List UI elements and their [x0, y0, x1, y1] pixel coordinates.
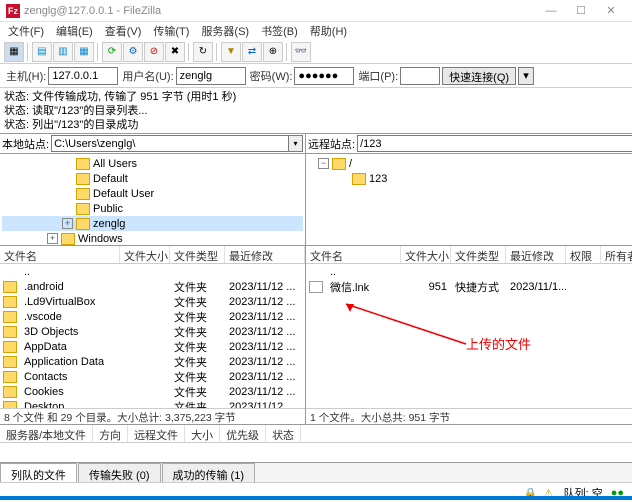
column-header[interactable]: 文件大小 [401, 246, 451, 263]
list-row[interactable]: .. [0, 264, 305, 279]
menu-item[interactable]: 书签(B) [257, 22, 302, 40]
remote-path-input[interactable] [357, 135, 632, 152]
app-icon: Fz [6, 4, 20, 18]
local-path-input[interactable] [51, 135, 289, 152]
quickconnect-bar: 主机(H): 用户名(U): 密码(W): 端口(P): 快速连接(Q) ▾ [0, 64, 632, 88]
local-path-dropdown[interactable]: ▾ [289, 135, 303, 152]
queue-tabs: 列队的文件传输失败 (0)成功的传输 (1) [0, 462, 632, 482]
titlebar: Fz zenglg@127.0.0.1 - FileZilla — ☐ ✕ [0, 0, 632, 22]
tree-item[interactable]: +zenglg [2, 216, 303, 231]
toolbar: ▦ ▤ ▥ ▦ ⟳ ⚙ ⊘ ✖ ↻ ▼ ⇄ ⊕ 👓 [0, 40, 632, 64]
toggle-log-icon[interactable]: ▤ [32, 42, 52, 62]
pass-label: 密码(W): [250, 68, 293, 84]
window-title: zenglg@127.0.0.1 - FileZilla [24, 5, 536, 17]
list-row[interactable]: .vscode文件夹2023/11/12 ... [0, 309, 305, 324]
menu-item[interactable]: 文件(F) [4, 22, 48, 40]
remote-pane: 远程站点: ▾ −/123 文件名文件大小文件类型最近修改权限所有者/组 ..微… [306, 134, 632, 424]
user-label: 用户名(U): [122, 68, 173, 84]
site-manager-icon[interactable]: ▦ [4, 42, 24, 62]
toggle-tree-icon[interactable]: ▥ [53, 42, 73, 62]
taskbar [0, 496, 632, 500]
column-header[interactable]: 最近修改 [225, 246, 305, 263]
column-header[interactable]: 远程文件 [128, 425, 185, 442]
column-header[interactable]: 文件名 [0, 246, 120, 263]
local-site-label: 本地站点: [2, 136, 49, 152]
toggle-queue-icon[interactable]: ▦ [74, 42, 94, 62]
list-row[interactable]: Cookies文件夹2023/11/12 ... [0, 384, 305, 399]
local-tree[interactable]: All UsersDefaultDefault UserPublic+zengl… [0, 154, 305, 246]
quickconnect-dropdown[interactable]: ▾ [518, 67, 534, 85]
local-status: 8 个文件 和 29 个目录。大小总计: 3,375,223 字节 [0, 408, 305, 424]
remote-file-list[interactable]: ..微信.lnk951快捷方式2023/11/1... 上传的文件 [306, 264, 632, 408]
column-header[interactable]: 方向 [93, 425, 128, 442]
pass-input[interactable] [294, 67, 354, 85]
host-label: 主机(H): [6, 68, 46, 84]
cancel-icon[interactable]: ⊘ [144, 42, 164, 62]
tree-item[interactable]: Default [2, 171, 303, 186]
tree-item[interactable]: −/ [308, 156, 632, 171]
sync-icon[interactable]: ⊕ [263, 42, 283, 62]
tree-item[interactable]: All Users [2, 156, 303, 171]
tree-item[interactable]: 123 [308, 171, 632, 186]
list-row[interactable]: Desktop文件夹2023/11/12 ... [0, 399, 305, 408]
list-row[interactable]: .. [306, 264, 632, 279]
transfer-queue[interactable]: 服务器/本地文件方向远程文件大小优先级状态 [0, 424, 632, 462]
list-row[interactable]: .android文件夹2023/11/12 ... [0, 279, 305, 294]
menu-item[interactable]: 传输(T) [149, 22, 193, 40]
queue-tab[interactable]: 成功的传输 (1) [162, 463, 256, 482]
local-pane: 本地站点: ▾ All UsersDefaultDefault UserPubl… [0, 134, 306, 424]
quickconnect-button[interactable]: 快速连接(Q) [442, 67, 516, 85]
disconnect-icon[interactable]: ✖ [165, 42, 185, 62]
menubar: 文件(F)编辑(E)查看(V)传输(T)服务器(S)书签(B)帮助(H) [0, 22, 632, 40]
host-input[interactable] [48, 67, 118, 85]
tree-item[interactable]: Public [2, 201, 303, 216]
reconnect-icon[interactable]: ↻ [193, 42, 213, 62]
column-header[interactable]: 文件类型 [170, 246, 225, 263]
remote-tree[interactable]: −/123 [306, 154, 632, 246]
list-row[interactable]: AppData文件夹2023/11/12 ... [0, 339, 305, 354]
list-row[interactable]: .Ld9VirtualBox文件夹2023/11/12 ... [0, 294, 305, 309]
message-log[interactable]: 状态: 文件传输成功, 传输了 951 字节 (用时1 秒)状态: 读取"/12… [0, 88, 632, 134]
menu-item[interactable]: 帮助(H) [306, 22, 351, 40]
column-header[interactable]: 文件类型 [451, 246, 506, 263]
column-header[interactable]: 大小 [185, 425, 220, 442]
column-header[interactable]: 优先级 [220, 425, 266, 442]
column-header[interactable]: 文件名 [306, 246, 401, 263]
process-icon[interactable]: ⚙ [123, 42, 143, 62]
refresh-icon[interactable]: ⟳ [102, 42, 122, 62]
column-header[interactable]: 最近修改 [506, 246, 566, 263]
local-file-list[interactable]: ...android文件夹2023/11/12 ....Ld9VirtualBo… [0, 264, 305, 408]
tree-item[interactable]: Default User [2, 186, 303, 201]
queue-tab[interactable]: 列队的文件 [0, 463, 77, 482]
list-row[interactable]: 3D Objects文件夹2023/11/12 ... [0, 324, 305, 339]
close-button[interactable]: ✕ [596, 2, 626, 20]
port-label: 端口(P): [358, 68, 398, 84]
queue-tab[interactable]: 传输失败 (0) [78, 463, 161, 482]
remote-status: 1 个文件。大小总共: 951 字节 [306, 408, 632, 424]
menu-item[interactable]: 服务器(S) [197, 22, 253, 40]
tree-item[interactable]: +Windows [2, 231, 303, 246]
list-row[interactable]: Application Data文件夹2023/11/12 ... [0, 354, 305, 369]
menu-item[interactable]: 查看(V) [101, 22, 146, 40]
column-header[interactable]: 状态 [266, 425, 301, 442]
maximize-button[interactable]: ☐ [566, 2, 596, 20]
port-input[interactable] [400, 67, 440, 85]
annotation-text: 上传的文件 [466, 334, 531, 353]
remote-site-label: 远程站点: [308, 136, 355, 152]
menu-item[interactable]: 编辑(E) [52, 22, 97, 40]
compare-icon[interactable]: ⇄ [242, 42, 262, 62]
filter-icon[interactable]: ▼ [221, 42, 241, 62]
user-input[interactable] [176, 67, 246, 85]
column-header[interactable]: 权限 [566, 246, 601, 263]
column-header[interactable]: 服务器/本地文件 [0, 425, 93, 442]
list-row[interactable]: 微信.lnk951快捷方式2023/11/1... [306, 279, 632, 294]
list-row[interactable]: Contacts文件夹2023/11/12 ... [0, 369, 305, 384]
column-header[interactable]: 所有者/组 [601, 246, 632, 263]
remote-list-header[interactable]: 文件名文件大小文件类型最近修改权限所有者/组 [306, 246, 632, 264]
minimize-button[interactable]: — [536, 2, 566, 20]
column-header[interactable]: 文件大小 [120, 246, 170, 263]
local-list-header[interactable]: 文件名文件大小文件类型最近修改 [0, 246, 305, 264]
search-icon[interactable]: 👓 [291, 42, 311, 62]
